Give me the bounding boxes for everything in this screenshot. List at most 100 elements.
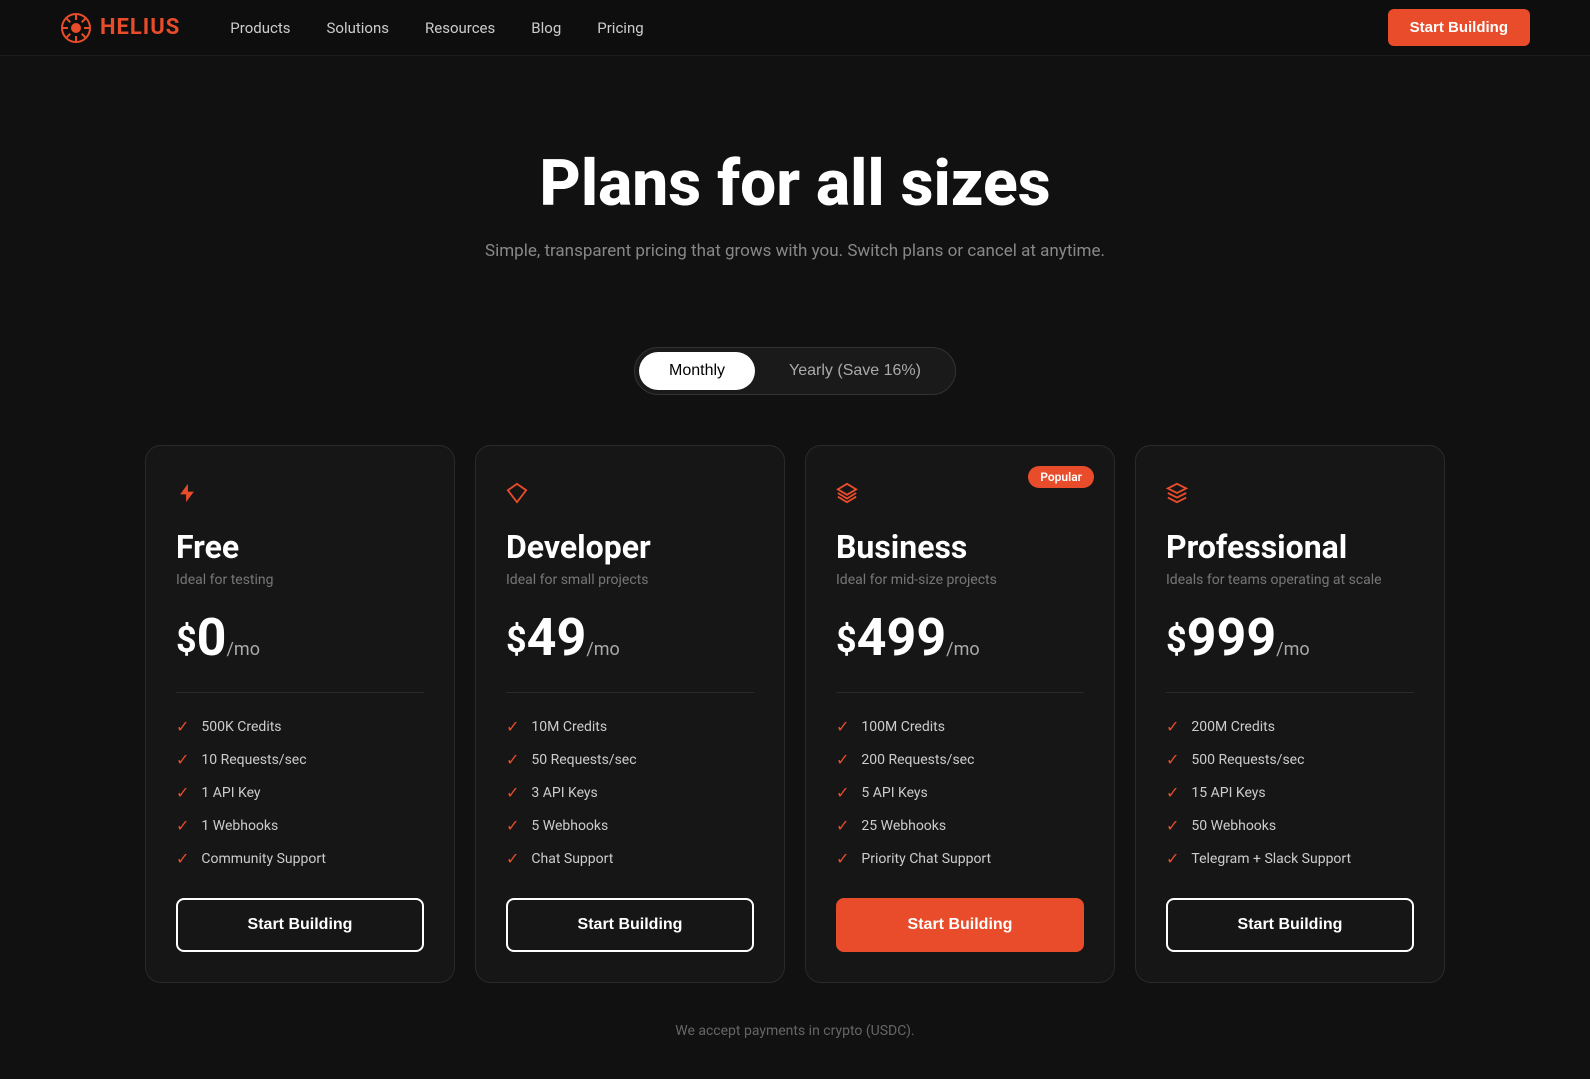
feature-item: ✓ Community Support	[176, 849, 424, 868]
hero-title: Plans for all sizes	[20, 146, 1570, 221]
pricing-cards: Free Ideal for testing $0/mo ✓ 500K Cred…	[0, 445, 1590, 983]
feature-text: 5 API Keys	[861, 785, 927, 801]
price-dollar: $	[836, 622, 857, 658]
feature-text: 500 Requests/sec	[1191, 752, 1304, 768]
plan-title: Professional	[1166, 528, 1414, 566]
plan-price: $0/mo	[176, 612, 424, 664]
feature-item: ✓ Chat Support	[506, 849, 754, 868]
price-per-mo: /mo	[1276, 639, 1309, 660]
plan-cta-button-professional[interactable]: Start Building	[1166, 898, 1414, 952]
feature-item: ✓ 50 Requests/sec	[506, 750, 754, 769]
plan-cta-button-developer[interactable]: Start Building	[506, 898, 754, 952]
feature-text: 500K Credits	[201, 719, 281, 735]
card-divider	[176, 692, 424, 693]
feature-item: ✓ 1 API Key	[176, 783, 424, 802]
feature-text: 200 Requests/sec	[861, 752, 974, 768]
plan-cta-button-business[interactable]: Start Building	[836, 898, 1084, 952]
plan-icon-diamond	[506, 482, 754, 510]
plan-price: $49/mo	[506, 612, 754, 664]
card-divider	[836, 692, 1084, 693]
feature-text: Community Support	[201, 851, 326, 867]
feature-item: ✓ 5 API Keys	[836, 783, 1084, 802]
check-icon: ✓	[506, 783, 519, 802]
check-icon: ✓	[506, 750, 519, 769]
plan-card-free: Free Ideal for testing $0/mo ✓ 500K Cred…	[145, 445, 455, 983]
feature-item: ✓ 200 Requests/sec	[836, 750, 1084, 769]
monthly-toggle-button[interactable]: Monthly	[639, 352, 755, 390]
price-dollar: $	[176, 622, 197, 658]
feature-text: 1 API Key	[201, 785, 260, 801]
feature-item: ✓ 1 Webhooks	[176, 816, 424, 835]
check-icon: ✓	[836, 783, 849, 802]
plan-card-developer: Developer Ideal for small projects $49/m…	[475, 445, 785, 983]
feature-text: 1 Webhooks	[201, 818, 278, 834]
hero-subtitle: Simple, transparent pricing that grows w…	[20, 241, 1570, 261]
price-per-mo: /mo	[946, 639, 979, 660]
nav-start-building-button[interactable]: Start Building	[1388, 9, 1530, 46]
check-icon: ✓	[836, 750, 849, 769]
feature-item: ✓ 10 Requests/sec	[176, 750, 424, 769]
feature-text: Telegram + Slack Support	[1191, 851, 1351, 867]
plan-price: $499/mo	[836, 612, 1084, 664]
card-divider	[1166, 692, 1414, 693]
plan-price: $999/mo	[1166, 612, 1414, 664]
feature-text: 15 API Keys	[1191, 785, 1265, 801]
check-icon: ✓	[176, 717, 189, 736]
feature-item: ✓ 15 API Keys	[1166, 783, 1414, 802]
price-per-mo: /mo	[586, 639, 619, 660]
feature-item: ✓ Telegram + Slack Support	[1166, 849, 1414, 868]
plan-card-professional: Professional Ideals for teams operating …	[1135, 445, 1445, 983]
price-per-mo: /mo	[227, 639, 260, 660]
nav-solutions[interactable]: Solutions	[326, 19, 389, 37]
feature-item: ✓ 500 Requests/sec	[1166, 750, 1414, 769]
check-icon: ✓	[1166, 783, 1179, 802]
plan-title: Business	[836, 528, 1084, 566]
feature-item: ✓ 50 Webhooks	[1166, 816, 1414, 835]
popular-badge: Popular	[1028, 466, 1094, 488]
features-list: ✓ 10M Credits ✓ 50 Requests/sec ✓ 3 API …	[506, 717, 754, 868]
feature-item: ✓ 3 API Keys	[506, 783, 754, 802]
billing-toggle-container: Monthly Yearly (Save 16%)	[0, 347, 1590, 395]
check-icon: ✓	[1166, 717, 1179, 736]
billing-toggle: Monthly Yearly (Save 16%)	[634, 347, 956, 395]
footer-note: We accept payments in crypto (USDC).	[0, 1023, 1590, 1079]
feature-text: 10M Credits	[531, 719, 607, 735]
check-icon: ✓	[506, 717, 519, 736]
feature-text: 50 Webhooks	[1191, 818, 1276, 834]
features-list: ✓ 100M Credits ✓ 200 Requests/sec ✓ 5 AP…	[836, 717, 1084, 868]
logo[interactable]: HELIUS	[60, 12, 180, 44]
nav-resources[interactable]: Resources	[425, 19, 495, 37]
check-icon: ✓	[176, 816, 189, 835]
check-icon: ✓	[176, 750, 189, 769]
price-dollar: $	[506, 622, 527, 658]
feature-text: 50 Requests/sec	[531, 752, 636, 768]
plan-icon-stack	[1166, 482, 1414, 510]
navbar: HELIUS Products Solutions Resources Blog…	[0, 0, 1590, 56]
nav-blog[interactable]: Blog	[531, 19, 561, 37]
features-list: ✓ 200M Credits ✓ 500 Requests/sec ✓ 15 A…	[1166, 717, 1414, 868]
check-icon: ✓	[176, 783, 189, 802]
logo-icon	[60, 12, 92, 44]
feature-text: 100M Credits	[861, 719, 945, 735]
nav-products[interactable]: Products	[230, 19, 290, 37]
feature-text: 3 API Keys	[531, 785, 597, 801]
plan-subtitle: Ideal for testing	[176, 572, 424, 588]
check-icon: ✓	[506, 816, 519, 835]
check-icon: ✓	[836, 717, 849, 736]
yearly-toggle-button[interactable]: Yearly (Save 16%)	[759, 352, 951, 390]
check-icon: ✓	[836, 816, 849, 835]
feature-text: 200M Credits	[1191, 719, 1275, 735]
check-icon: ✓	[1166, 816, 1179, 835]
check-icon: ✓	[176, 849, 189, 868]
feature-text: 5 Webhooks	[531, 818, 608, 834]
feature-item: ✓ 200M Credits	[1166, 717, 1414, 736]
nav-pricing[interactable]: Pricing	[597, 19, 643, 37]
logo-text: HELIUS	[100, 15, 180, 40]
plan-cta-button-free[interactable]: Start Building	[176, 898, 424, 952]
check-icon: ✓	[836, 849, 849, 868]
price-dollar: $	[1166, 622, 1187, 658]
feature-item: ✓ 500K Credits	[176, 717, 424, 736]
feature-text: 25 Webhooks	[861, 818, 946, 834]
hero-section: Plans for all sizes Simple, transparent …	[0, 56, 1590, 311]
plan-card-business: Popular Business Ideal for mid-size proj…	[805, 445, 1115, 983]
